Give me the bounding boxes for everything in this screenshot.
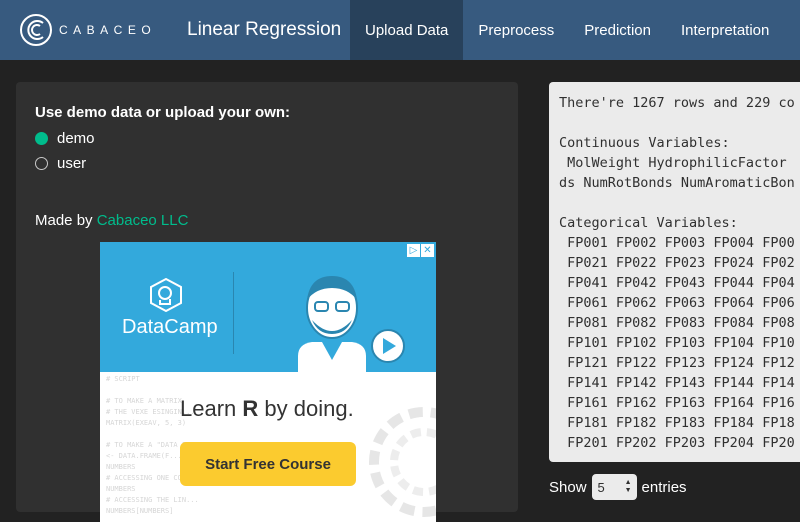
entries-label: entries [641,478,687,496]
tab-preprocess[interactable]: Preprocess [463,0,569,60]
radio-demo-label: demo [57,130,95,147]
tab-prediction[interactable]: Prediction [569,0,666,60]
app-title[interactable]: Linear Regression [187,0,350,60]
entries-value: 5 [597,479,605,495]
cabaceo-link[interactable]: Cabaceo LLC [97,212,189,229]
show-label: Show [549,478,587,496]
ad-decorative-wheel-icon [369,407,436,517]
datacamp-logo-icon [150,278,182,312]
ad-headline-bold: R [242,396,259,421]
entries-select[interactable]: 5 ▲ ▼ [591,474,637,500]
ad-close-icon[interactable]: ✕ [421,244,434,257]
brand-text: CABACEO [59,23,157,37]
radio-user[interactable] [35,157,48,170]
sidebar-panel: Use demo data or upload your own: demo u… [16,82,518,522]
datacamp-brand-text: DataCamp [122,316,218,338]
radio-demo[interactable] [35,132,48,145]
cabaceo-logo-icon [20,14,52,46]
ad-banner-top: ▷ ✕ DataCamp [100,242,436,372]
ad-headline: Learn R by doing. [180,396,354,422]
datacamp-ad[interactable]: ▷ ✕ DataCamp # SCRIPT # TO MAKE A MATRIX… [100,242,436,522]
radio-option-demo[interactable]: demo [35,130,95,147]
data-summary-output: There're 1267 rows and 229 co Continuous… [549,82,800,462]
ad-headline-prefix: Learn [180,396,243,421]
select-arrows-icon: ▲ ▼ [624,479,632,494]
adchoices-icon[interactable]: ▷ [407,244,420,257]
ad-divider [233,272,234,354]
made-by-prefix: Made by [35,212,97,229]
entries-control: Show 5 ▲ ▼ entries [549,474,687,500]
navbar: CABACEO Linear Regression Upload Data Pr… [0,0,800,60]
data-source-label: Use demo data or upload your own: [35,104,291,121]
start-free-course-button[interactable]: Start Free Course [180,442,356,486]
tab-upload-data[interactable]: Upload Data [350,0,464,60]
instructor-illustration-icon [298,276,405,372]
radio-user-label: user [57,155,87,172]
made-by-text: Made by Cabaceo LLC [35,212,188,229]
radio-option-user[interactable]: user [35,155,86,172]
ad-headline-suffix: by doing. [258,396,354,421]
tab-interpretation[interactable]: Interpretation [666,0,784,60]
brand[interactable]: CABACEO [0,0,187,60]
